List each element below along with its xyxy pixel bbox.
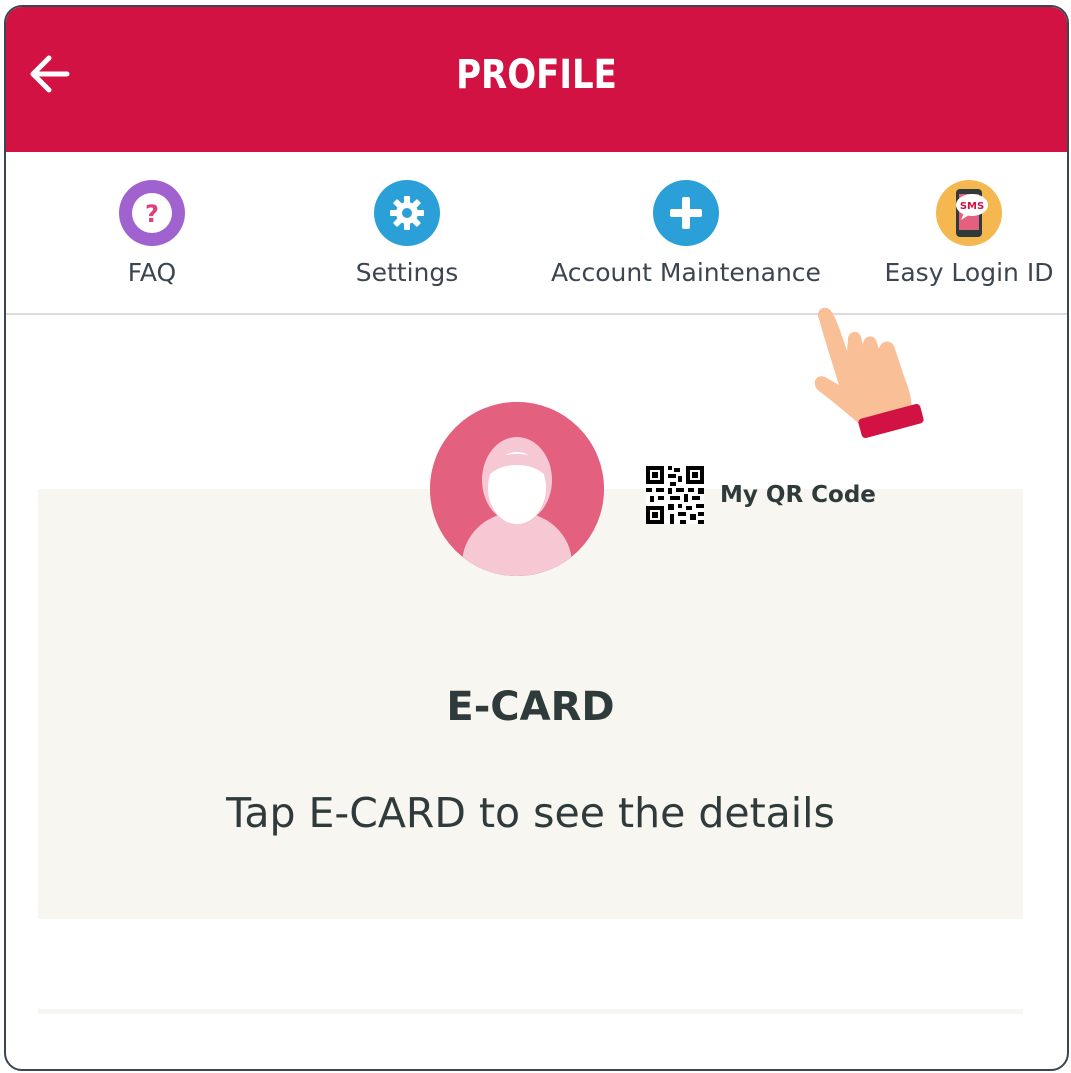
- qr-code-icon: [646, 466, 704, 524]
- profile-menu: ? FAQ Settings Account Maintenance SMS E…: [6, 152, 1067, 315]
- menu-item-easy-login-id[interactable]: SMS Easy Login ID: [874, 180, 1064, 287]
- app-frame: PROFILE ? FAQ Settings Account Maintenan…: [4, 5, 1069, 1071]
- menu-item-label: FAQ: [127, 258, 177, 287]
- menu-item-settings[interactable]: Settings: [342, 180, 472, 287]
- ecard-subtitle: Tap E-CARD to see the details: [226, 789, 835, 837]
- qr-code-label: My QR Code: [720, 482, 876, 508]
- plus-icon: [653, 180, 719, 246]
- arrow-left-icon: [30, 55, 70, 93]
- question-icon: ?: [119, 180, 185, 246]
- my-qr-code-link[interactable]: My QR Code: [646, 465, 876, 525]
- gear-icon: [374, 180, 440, 246]
- menu-item-faq[interactable]: ? FAQ: [102, 180, 202, 287]
- divider: [38, 1009, 1023, 1014]
- top-bar: PROFILE: [6, 7, 1067, 152]
- pointing-hand-icon: [814, 307, 924, 439]
- svg-text:?: ?: [145, 200, 159, 228]
- menu-item-label: Settings: [355, 258, 459, 287]
- svg-text:SMS: SMS: [960, 201, 984, 212]
- menu-item-account-maintenance[interactable]: Account Maintenance: [536, 180, 836, 287]
- user-avatar-icon[interactable]: [430, 402, 604, 576]
- sms-phone-icon: SMS: [936, 180, 1002, 246]
- menu-item-label: Account Maintenance: [551, 258, 821, 287]
- page-title: PROFILE: [456, 52, 617, 98]
- ecard-title: E-CARD: [446, 684, 615, 730]
- back-button[interactable]: [24, 49, 74, 99]
- menu-item-label: Easy Login ID: [884, 258, 1054, 287]
